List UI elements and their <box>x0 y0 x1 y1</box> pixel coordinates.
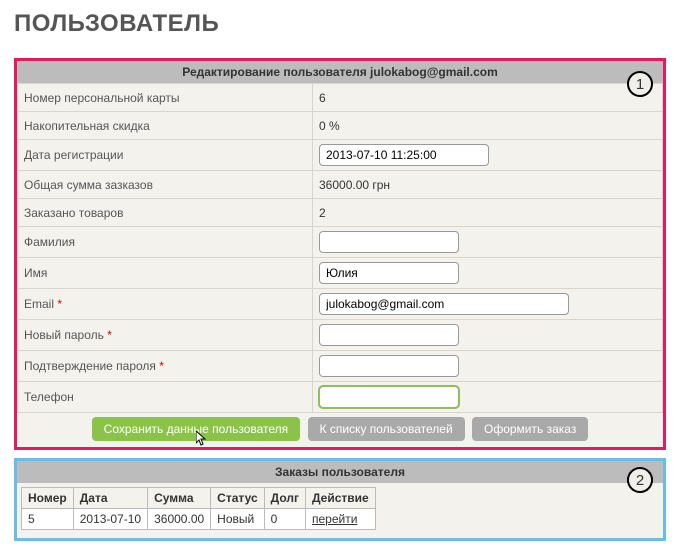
row-lastname: Фамилия <box>18 227 663 258</box>
value-discount: 0 % <box>313 112 663 140</box>
back-button[interactable]: К списку пользователей <box>308 417 465 441</box>
col-status: Статус <box>211 488 264 509</box>
edit-panel-header: Редактирование пользователя julokabog@gm… <box>17 61 663 83</box>
cell-date: 2013-07-10 <box>73 509 147 530</box>
row-confirmpass: Подтверждение пароля * <box>18 351 663 382</box>
cell-status: Новый <box>211 509 264 530</box>
user-orders-panel: 2 Заказы пользователя Номер Дата Сумма С… <box>14 458 666 541</box>
newpass-input[interactable] <box>319 324 459 346</box>
required-star: * <box>159 359 164 373</box>
row-email: Email * <box>18 289 663 320</box>
orders-table: Номер Дата Сумма Статус Долг Действие 52… <box>21 487 376 530</box>
value-total: 36000.00 грн <box>313 171 663 199</box>
orders-header-row: Номер Дата Сумма Статус Долг Действие <box>22 488 376 509</box>
label-ordered: Заказано товаров <box>18 199 313 227</box>
annotation-badge-1: 1 <box>627 71 653 97</box>
required-star: * <box>57 297 62 311</box>
email-input[interactable] <box>319 293 569 315</box>
label-discount: Накопительная скидка <box>18 112 313 140</box>
row-phone: Телефон <box>18 382 663 413</box>
save-button[interactable]: Сохранить данные пользователя <box>92 417 301 441</box>
confirmpass-input[interactable] <box>319 355 459 377</box>
row-regdate: Дата регистрации <box>18 140 663 171</box>
col-num: Номер <box>22 488 74 509</box>
label-email: Email * <box>18 289 313 320</box>
cell-debt: 0 <box>264 509 305 530</box>
annotation-badge-2: 2 <box>627 467 653 493</box>
row-discount: Накопительная скидка 0 % <box>18 112 663 140</box>
table-row: 52013-07-1036000.00Новый0 перейти <box>22 509 376 530</box>
col-debt: Долг <box>264 488 305 509</box>
value-card: 6 <box>313 84 663 112</box>
button-row: Сохранить данные пользователя К списку п… <box>17 413 663 447</box>
order-open-link[interactable]: перейти <box>312 512 357 526</box>
user-form-table: Номер персональной карты 6 Накопительная… <box>17 83 663 413</box>
orders-panel-header: Заказы пользователя <box>17 461 663 483</box>
regdate-input[interactable] <box>319 144 489 166</box>
label-confirmpass: Подтверждение пароля * <box>18 351 313 382</box>
cell-action: перейти <box>305 509 375 530</box>
row-card: Номер персональной карты 6 <box>18 84 663 112</box>
value-ordered: 2 <box>313 199 663 227</box>
phone-input[interactable] <box>319 386 459 408</box>
label-card: Номер персональной карты <box>18 84 313 112</box>
label-newpass: Новый пароль * <box>18 320 313 351</box>
row-newpass: Новый пароль * <box>18 320 663 351</box>
create-order-button[interactable]: Оформить заказ <box>472 417 588 441</box>
row-total: Общая сумма зазказов 36000.00 грн <box>18 171 663 199</box>
user-edit-panel: 1 Редактирование пользователя julokabog@… <box>14 58 666 450</box>
col-action: Действие <box>305 488 375 509</box>
label-total: Общая сумма зазказов <box>18 171 313 199</box>
lastname-input[interactable] <box>319 231 459 253</box>
label-regdate: Дата регистрации <box>18 140 313 171</box>
firstname-input[interactable] <box>319 262 459 284</box>
col-sum: Сумма <box>148 488 211 509</box>
cell-num: 5 <box>22 509 74 530</box>
row-firstname: Имя <box>18 258 663 289</box>
col-date: Дата <box>73 488 147 509</box>
label-phone: Телефон <box>18 382 313 413</box>
cell-sum: 36000.00 <box>148 509 211 530</box>
page-title: ПОЛЬЗОВАТЕЛЬ <box>14 10 666 38</box>
label-lastname: Фамилия <box>18 227 313 258</box>
row-ordered: Заказано товаров 2 <box>18 199 663 227</box>
required-star: * <box>107 328 112 342</box>
label-firstname: Имя <box>18 258 313 289</box>
